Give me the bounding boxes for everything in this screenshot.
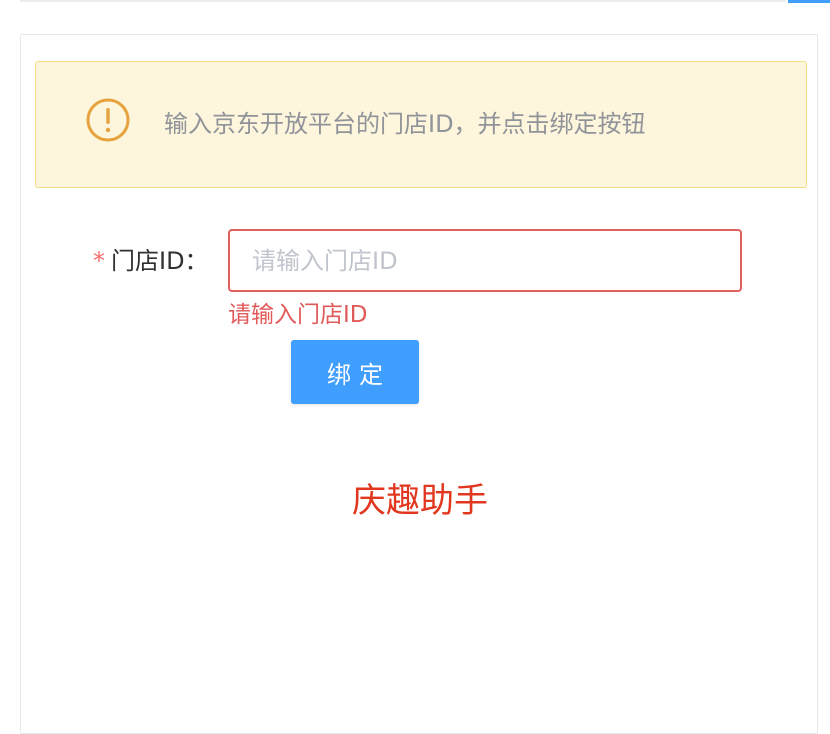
- active-tab-indicator: [788, 0, 830, 3]
- top-tab-divider: [20, 0, 786, 2]
- info-alert: 输入京东开放平台的门店ID，并点击绑定按钮: [35, 61, 807, 188]
- required-mark: *: [93, 247, 105, 275]
- alert-message: 输入京东开放平台的门店ID，并点击绑定按钮: [164, 110, 646, 138]
- store-id-label-text: 门店ID：: [111, 247, 209, 275]
- store-id-error-message: 请输入门店ID: [228, 302, 368, 328]
- bind-store-card: 输入京东开放平台的门店ID，并点击绑定按钮 *门店ID： 请输入门店ID 绑定 …: [20, 34, 818, 734]
- brand-name: 庆趣助手: [352, 481, 488, 521]
- warning-circle-icon: [84, 96, 132, 144]
- store-id-input[interactable]: [228, 229, 742, 292]
- store-id-label: * 门店ID：: [93, 245, 209, 277]
- bind-button[interactable]: 绑定: [291, 340, 419, 404]
